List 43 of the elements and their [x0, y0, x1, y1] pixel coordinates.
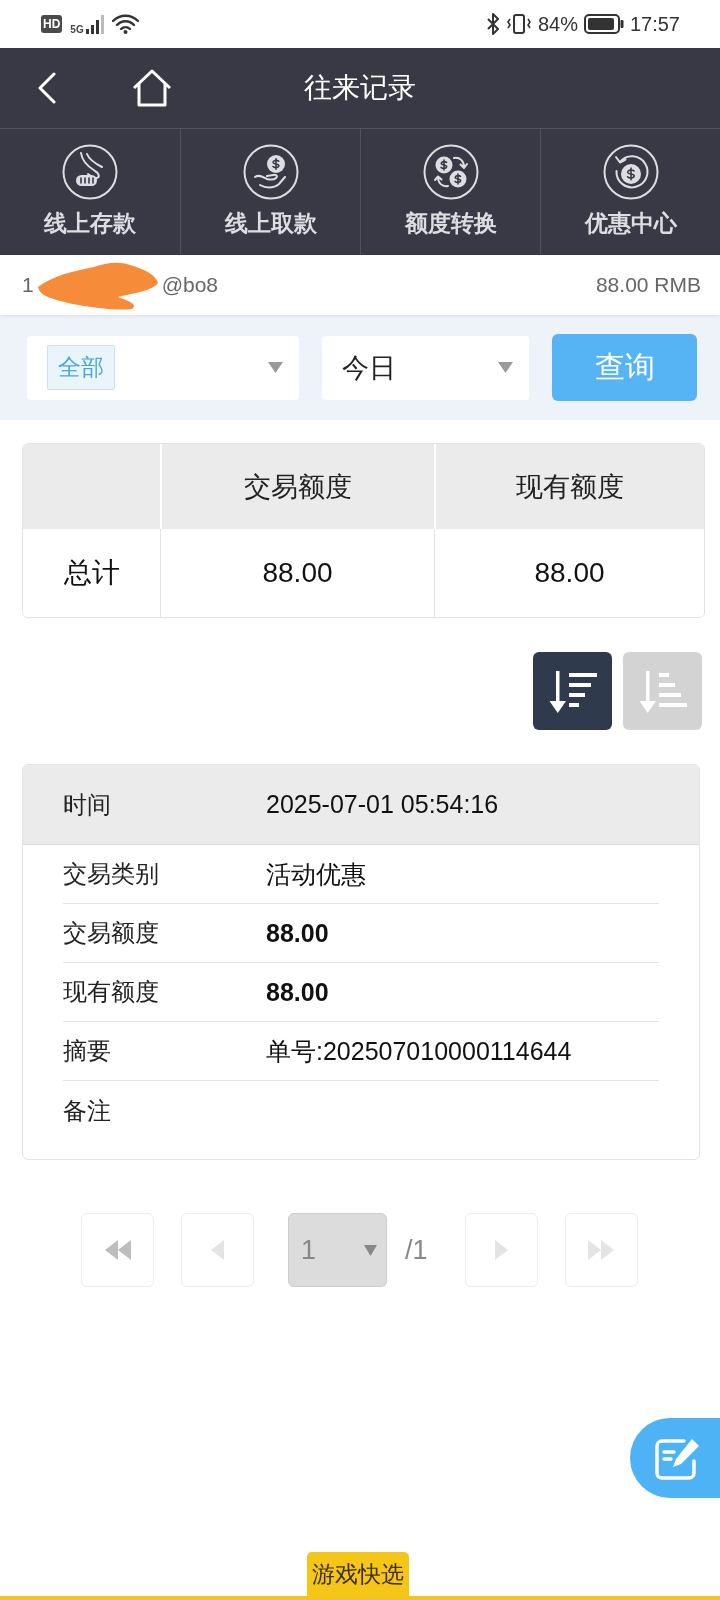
field-value: 2025-07-01 05:54:16	[266, 790, 499, 819]
table-cell: 88.00	[434, 529, 704, 617]
field-value: 88.00	[266, 977, 329, 1007]
caret-icon	[364, 1244, 377, 1256]
field-label: 备注	[63, 1095, 111, 1126]
page-total: /1	[405, 1234, 428, 1266]
field-value: 单号:202507010000114644	[266, 1035, 572, 1067]
balance-text: 88.00 RMB	[595, 273, 701, 297]
bluetooth-icon	[485, 13, 500, 35]
vibrate-icon	[505, 13, 532, 35]
username-text: 1	[22, 273, 34, 297]
first-page-button[interactable]	[81, 1213, 154, 1287]
field-value: 活动优惠	[266, 858, 366, 890]
row-header: 总计	[62, 556, 121, 590]
caret-icon	[498, 362, 513, 373]
field-label: 交易额度	[63, 918, 159, 948]
network-type-label: 5G	[70, 24, 84, 35]
hand-card-icon	[62, 144, 118, 200]
caret-icon	[268, 362, 283, 373]
table-cell: 88.00	[160, 529, 434, 617]
nav-item[interactable]: 线上存款	[0, 129, 180, 255]
home-icon[interactable]	[132, 69, 172, 107]
field-value: 88.00	[266, 918, 329, 948]
bottom-tab[interactable]: 游戏快选	[307, 1552, 409, 1596]
battery-icon	[583, 14, 624, 34]
coin-exchange-icon	[422, 144, 479, 200]
username-text: @bo8	[161, 273, 219, 297]
signal-icon	[85, 14, 106, 34]
field-label: 时间	[63, 789, 111, 820]
clock-time: 17:57	[629, 12, 680, 36]
edit-button[interactable]	[630, 1418, 720, 1498]
field-label: 摘要	[63, 1036, 111, 1066]
wifi-icon	[111, 14, 139, 34]
coin-refresh-icon	[602, 144, 659, 200]
field-label: 现有额度	[63, 977, 159, 1007]
field-label: 交易类别	[63, 859, 159, 889]
back-icon[interactable]	[37, 72, 57, 104]
hand-coin-icon	[242, 144, 299, 200]
hd-badge: HD	[41, 15, 63, 33]
battery-percent: 84%	[537, 12, 578, 36]
period-select[interactable]: 今日	[322, 335, 529, 400]
sort-button[interactable]	[533, 652, 612, 730]
page-title: 往来记录	[304, 71, 416, 105]
